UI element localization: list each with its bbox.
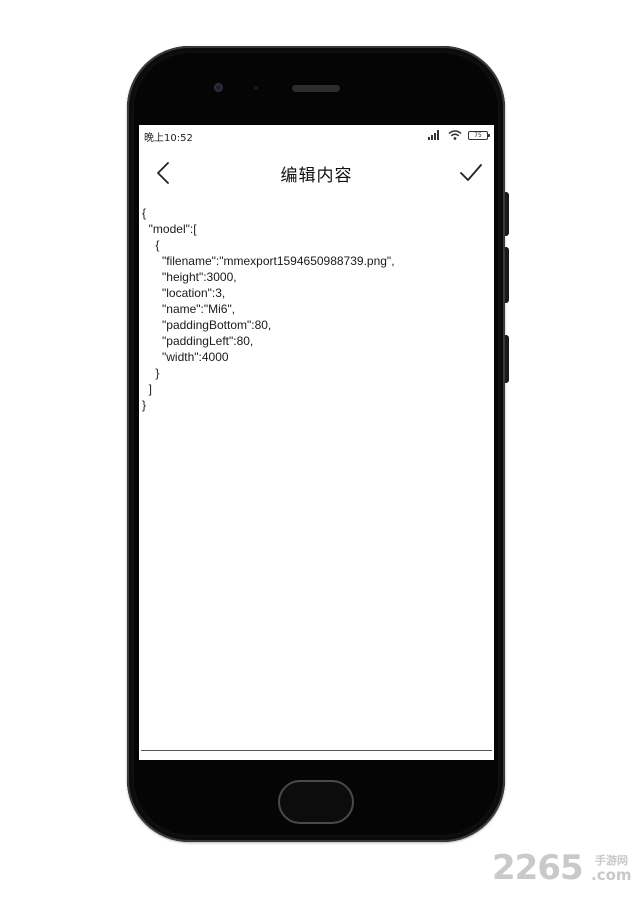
- wifi-icon: [448, 130, 462, 140]
- phone-volume-up-button: [505, 247, 509, 303]
- page-title: 编辑内容: [280, 166, 353, 186]
- battery-icon: 75: [468, 130, 490, 140]
- signal-icon: [428, 130, 439, 140]
- proximity-sensor: [254, 86, 258, 90]
- json-editor[interactable]: { "model":[ { "filename":"mmexport159465…: [142, 205, 488, 745]
- phone-screen: 晚上10:52 75 编辑内容 {"model":[{"filename"…: [139, 125, 494, 760]
- front-camera: [214, 83, 223, 92]
- earpiece-speaker: [292, 85, 340, 92]
- status-time: 晚上10:52: [144, 133, 193, 144]
- confirm-button[interactable]: [456, 159, 486, 187]
- home-button[interactable]: [278, 780, 354, 824]
- editor-underline: [141, 750, 492, 751]
- site-watermark: 2265 手游网 .com: [492, 848, 642, 892]
- watermark-number: 2265: [492, 848, 584, 888]
- watermark-site-en: .com: [591, 866, 632, 884]
- check-icon: [460, 164, 482, 181]
- status-bar: 晚上10:52 75: [139, 125, 494, 147]
- app-bar: 编辑内容: [139, 151, 494, 195]
- status-icons: 75: [428, 129, 490, 141]
- phone-side-button: [505, 192, 509, 236]
- editor-content[interactable]: { "model":[ { "filename":"mmexport159465…: [142, 205, 488, 413]
- phone-volume-down-button: [505, 335, 509, 383]
